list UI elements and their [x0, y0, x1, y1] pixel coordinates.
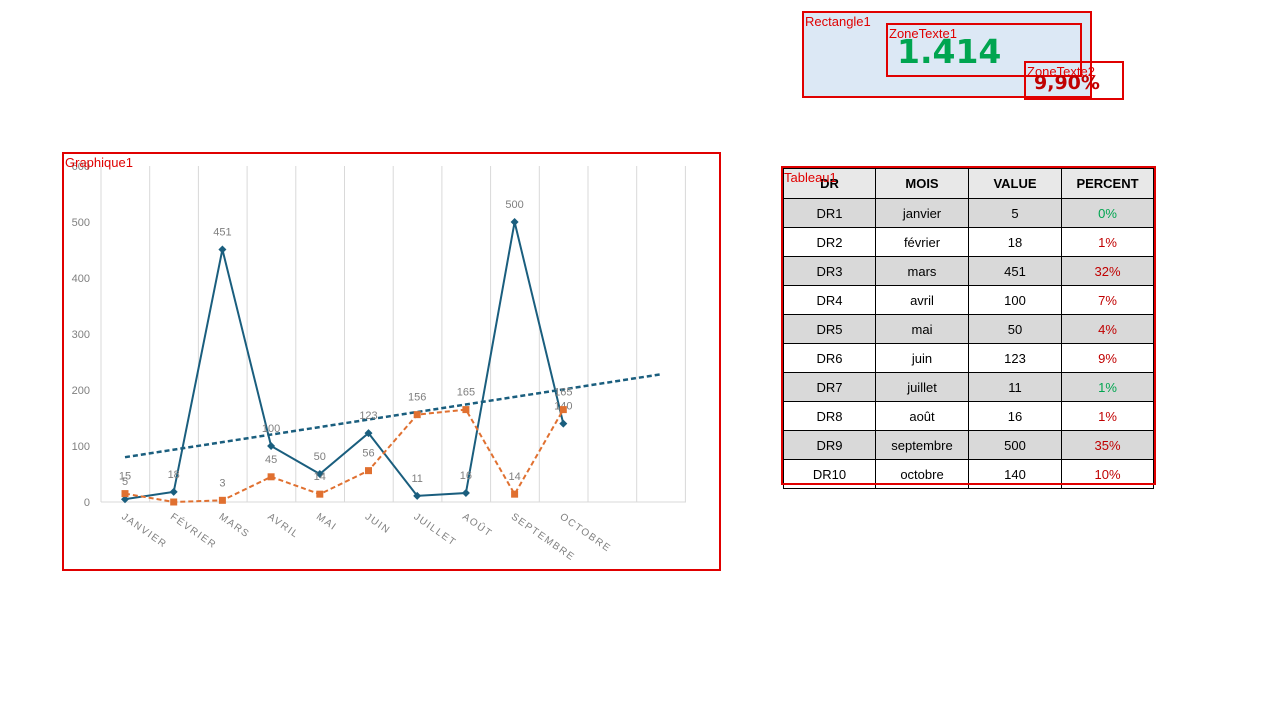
chart-frame[interactable]: 0 100 200 300 400 500 600 JANVIER FÉVRIER MARS AVR…: [62, 152, 721, 571]
series-2-point: [511, 490, 519, 498]
textbox-2-label: ZoneTexte2: [1027, 64, 1095, 79]
y-tick-label: 200: [72, 385, 90, 397]
series-2-point: [316, 490, 324, 498]
series-2-point: [218, 496, 226, 504]
series-2-point: [267, 473, 275, 481]
data-label: 11: [411, 473, 422, 485]
data-label: 18: [168, 469, 180, 481]
kpi-value: 1.414: [897, 32, 1002, 71]
data-label: 56: [362, 448, 374, 460]
y-tick-label: 500: [72, 217, 90, 229]
data-label: 3: [219, 477, 225, 489]
chart-label: Graphique1: [65, 155, 133, 170]
series-1-point: [559, 419, 568, 428]
x-tick-label: MAI: [314, 511, 339, 533]
data-label: 123: [359, 410, 377, 422]
series-2-point: [170, 498, 178, 506]
x-tick-label: JUIN: [363, 511, 392, 536]
data-label: 16: [460, 470, 472, 482]
x-tick-label: AOÛT: [460, 510, 495, 540]
series-1-point: [218, 245, 227, 254]
data-label: 15: [119, 471, 131, 483]
data-label: 156: [408, 392, 426, 404]
y-tick-label: 0: [84, 497, 90, 509]
x-tick-label: FÉVRIER: [168, 510, 220, 552]
table-label: Tableau1: [784, 170, 837, 185]
data-label: 500: [505, 199, 523, 211]
series-2-point: [462, 406, 470, 414]
x-tick-label: MARS: [217, 511, 252, 540]
series-2-point: [559, 406, 567, 414]
data-label: 14: [508, 471, 520, 483]
series-1-point: [267, 442, 276, 450]
series-2-point: [121, 490, 129, 498]
x-tick-label: JANVIER: [119, 511, 169, 550]
data-label: 100: [262, 423, 280, 435]
series-1-point: [169, 487, 178, 496]
series-2-point: [365, 467, 372, 475]
y-tick-label: 400: [72, 273, 90, 285]
data-label: 50: [314, 451, 326, 463]
data-label: 165: [457, 387, 475, 399]
table-frame: [781, 166, 1156, 485]
data-label: 451: [213, 226, 231, 238]
data-label: 45: [265, 454, 277, 466]
x-tick-label: AVRIL: [265, 511, 301, 540]
y-tick-label: 100: [72, 441, 90, 453]
x-tick-label: JUILLET: [411, 511, 458, 548]
data-label: 14: [314, 471, 326, 483]
line-chart: 0100200300400500600JANVIER FÉVRIERMARS AVR…: [72, 161, 686, 564]
rectangle-label: Rectangle1: [805, 14, 871, 29]
y-tick-label: 300: [72, 329, 90, 341]
series-2-point: [413, 411, 421, 419]
data-label: 165: [554, 387, 572, 399]
series-1-point: [510, 218, 519, 226]
series-1-point: [461, 489, 470, 498]
